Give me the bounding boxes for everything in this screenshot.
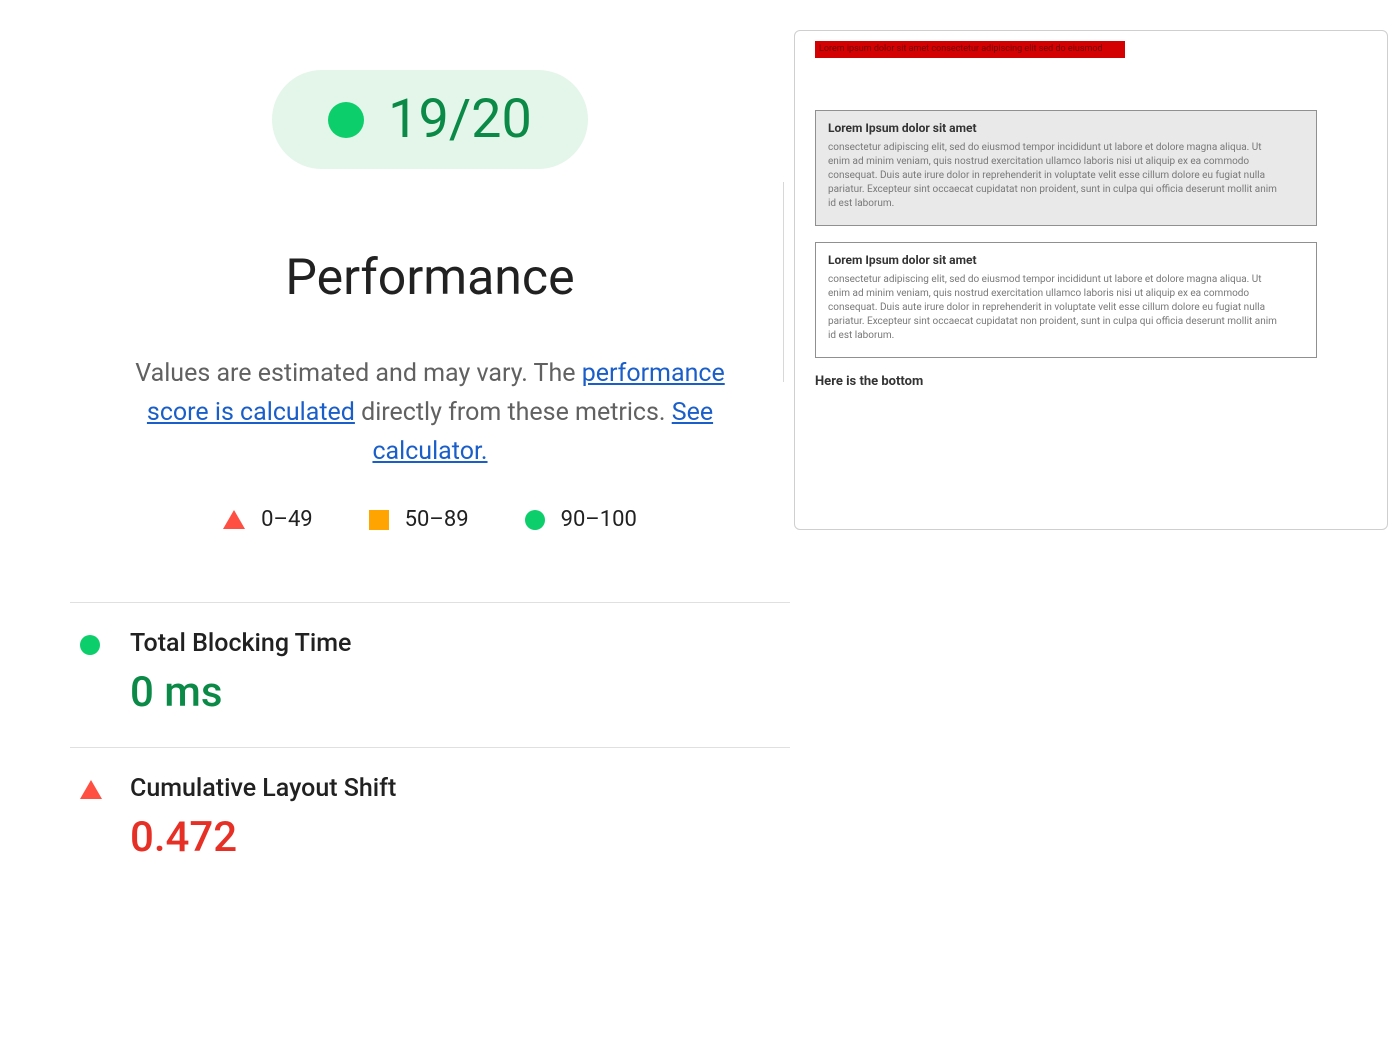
legend-pass: 90–100 xyxy=(525,507,637,532)
score-badge: 19/20 xyxy=(272,70,588,169)
legend-average: 50–89 xyxy=(369,507,469,532)
metric-label: Total Blocking Time xyxy=(130,629,780,658)
performance-heading: Performance xyxy=(70,249,790,307)
metric-value: 0 ms xyxy=(130,668,780,717)
circle-pass-icon xyxy=(525,510,545,530)
score-legend: 0–49 50–89 90–100 xyxy=(70,507,790,532)
thumbnail-banner: Lorem ipsum dolor sit amet consectetur a… xyxy=(815,41,1125,58)
desc-prefix: Values are estimated and may vary. The xyxy=(135,359,581,388)
triangle-fail-icon xyxy=(223,510,245,529)
desc-middle: directly from these metrics. xyxy=(355,398,672,427)
thumbnail-card: Lorem Ipsum dolor sit amet consectetur a… xyxy=(815,242,1317,358)
thumbnail-bottom-caption: Here is the bottom xyxy=(815,374,1367,389)
thumbnail-card-body: consectetur adipiscing elit, sed do eius… xyxy=(828,141,1278,211)
thumbnail-card-body: consectetur adipiscing elit, sed do eius… xyxy=(828,273,1278,343)
score-text: 19/20 xyxy=(388,88,532,151)
metrics-list: Total Blocking Time 0 ms Cumulative Layo… xyxy=(70,602,790,892)
screenshot-thumbnail[interactable]: Lorem ipsum dolor sit amet consectetur a… xyxy=(794,30,1388,530)
metric-row[interactable]: Total Blocking Time 0 ms xyxy=(70,603,790,748)
metric-row[interactable]: Cumulative Layout Shift 0.472 xyxy=(70,748,790,892)
performance-panel: 19/20 Performance Values are estimated a… xyxy=(70,70,790,892)
fail-triangle-icon xyxy=(80,780,102,799)
pass-circle-icon xyxy=(328,102,364,138)
metric-label: Cumulative Layout Shift xyxy=(130,774,780,803)
metric-value: 0.472 xyxy=(130,813,780,862)
vertical-divider xyxy=(783,182,784,382)
legend-fail: 0–49 xyxy=(223,507,313,532)
thumbnail-card-shifted: Lorem Ipsum dolor sit amet consectetur a… xyxy=(815,110,1317,226)
thumbnail-card-title: Lorem Ipsum dolor sit amet xyxy=(828,121,1304,135)
performance-description: Values are estimated and may vary. The p… xyxy=(130,355,730,471)
legend-fail-label: 0–49 xyxy=(261,507,313,532)
legend-average-label: 50–89 xyxy=(405,507,469,532)
thumbnail-card-title: Lorem Ipsum dolor sit amet xyxy=(828,253,1304,267)
pass-circle-icon xyxy=(80,635,102,655)
square-average-icon xyxy=(369,510,389,530)
legend-pass-label: 90–100 xyxy=(561,507,637,532)
